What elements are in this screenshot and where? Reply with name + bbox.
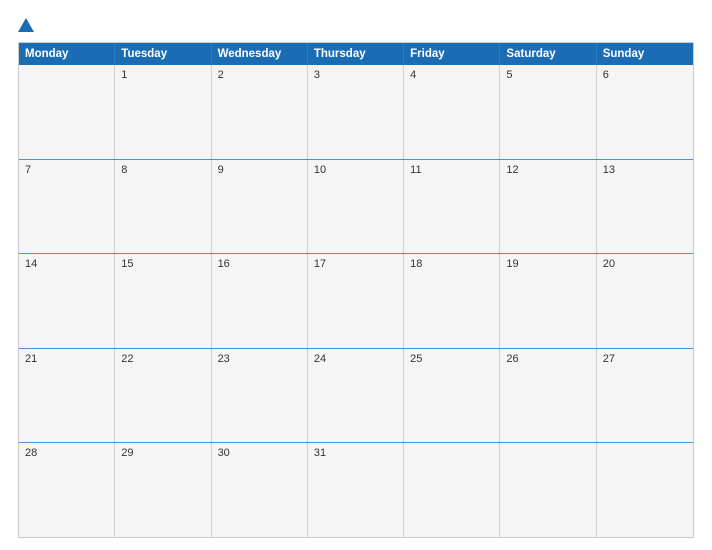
calendar-grid: MondayTuesdayWednesdayThursdayFridaySatu… [18, 42, 694, 538]
calendar-week-5: 28 29 30 31 [19, 443, 693, 537]
day-number: 18 [410, 258, 493, 270]
logo-triangle-icon [18, 18, 34, 32]
calendar-day-24: 24 [308, 349, 404, 443]
calendar-day-13: 13 [597, 160, 693, 254]
calendar-day-22: 22 [115, 349, 211, 443]
calendar-day-9: 9 [212, 160, 308, 254]
calendar-day-18: 18 [404, 254, 500, 348]
day-number: 11 [410, 164, 493, 176]
day-number: 4 [410, 69, 493, 81]
calendar-day-21: 21 [19, 349, 115, 443]
calendar-day-16: 16 [212, 254, 308, 348]
day-header-thursday: Thursday [308, 43, 404, 65]
day-number: 12 [506, 164, 589, 176]
calendar-day-23: 23 [212, 349, 308, 443]
calendar-body: 1234567891011121314151617181920212223242… [19, 65, 693, 537]
day-number: 19 [506, 258, 589, 270]
day-number: 21 [25, 353, 108, 365]
day-number: 2 [218, 69, 301, 81]
calendar-day-7: 7 [19, 160, 115, 254]
day-number: 28 [25, 447, 108, 459]
calendar-day-3: 3 [308, 65, 404, 159]
day-number: 3 [314, 69, 397, 81]
day-number: 16 [218, 258, 301, 270]
logo-blue-row [18, 18, 38, 32]
day-header-sunday: Sunday [597, 43, 693, 65]
day-number: 29 [121, 447, 204, 459]
calendar-day-4: 4 [404, 65, 500, 159]
calendar-day-2: 2 [212, 65, 308, 159]
calendar-day-29: 29 [115, 443, 211, 537]
calendar-day-empty [597, 443, 693, 537]
calendar-day-empty [500, 443, 596, 537]
calendar-day-5: 5 [500, 65, 596, 159]
calendar-day-28: 28 [19, 443, 115, 537]
day-number: 25 [410, 353, 493, 365]
calendar-day-empty [404, 443, 500, 537]
day-number: 10 [314, 164, 397, 176]
day-header-saturday: Saturday [500, 43, 596, 65]
calendar-day-31: 31 [308, 443, 404, 537]
day-number: 14 [25, 258, 108, 270]
page-header [18, 18, 694, 32]
calendar-day-1: 1 [115, 65, 211, 159]
calendar-day-10: 10 [308, 160, 404, 254]
calendar-day-26: 26 [500, 349, 596, 443]
calendar-header-row: MondayTuesdayWednesdayThursdayFridaySatu… [19, 43, 693, 65]
calendar-week-1: 1 2 3 4 5 6 [19, 65, 693, 160]
day-number: 24 [314, 353, 397, 365]
calendar-week-3: 14 15 16 17 18 19 20 [19, 254, 693, 349]
day-number: 31 [314, 447, 397, 459]
day-number: 8 [121, 164, 204, 176]
calendar-day-19: 19 [500, 254, 596, 348]
day-number: 20 [603, 258, 687, 270]
day-number: 27 [603, 353, 687, 365]
day-number: 5 [506, 69, 589, 81]
calendar-day-25: 25 [404, 349, 500, 443]
day-number: 30 [218, 447, 301, 459]
calendar-day-8: 8 [115, 160, 211, 254]
calendar-day-12: 12 [500, 160, 596, 254]
calendar-week-2: 7 8 9 10 11 12 13 [19, 160, 693, 255]
day-number: 9 [218, 164, 301, 176]
calendar-day-empty [19, 65, 115, 159]
day-number: 15 [121, 258, 204, 270]
calendar-day-11: 11 [404, 160, 500, 254]
calendar-week-4: 21 22 23 24 25 26 27 [19, 349, 693, 444]
day-number: 1 [121, 69, 204, 81]
calendar-day-14: 14 [19, 254, 115, 348]
day-number: 7 [25, 164, 108, 176]
calendar-day-20: 20 [597, 254, 693, 348]
day-header-monday: Monday [19, 43, 115, 65]
day-number: 23 [218, 353, 301, 365]
day-number: 22 [121, 353, 204, 365]
logo [18, 18, 38, 32]
day-number: 26 [506, 353, 589, 365]
day-number: 6 [603, 69, 687, 81]
day-number: 13 [603, 164, 687, 176]
day-number: 17 [314, 258, 397, 270]
day-header-wednesday: Wednesday [212, 43, 308, 65]
calendar-day-6: 6 [597, 65, 693, 159]
day-header-friday: Friday [404, 43, 500, 65]
calendar-page: MondayTuesdayWednesdayThursdayFridaySatu… [0, 0, 712, 550]
calendar-day-15: 15 [115, 254, 211, 348]
calendar-day-27: 27 [597, 349, 693, 443]
calendar-day-17: 17 [308, 254, 404, 348]
calendar-day-30: 30 [212, 443, 308, 537]
day-header-tuesday: Tuesday [115, 43, 211, 65]
